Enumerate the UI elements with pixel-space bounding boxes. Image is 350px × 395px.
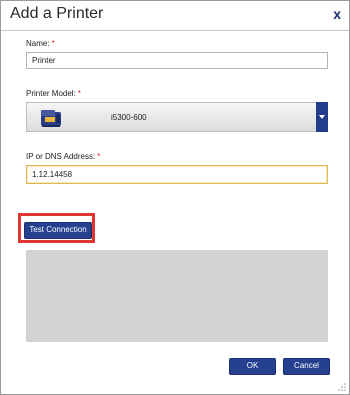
test-connection-button[interactable]: Test Connection [24,222,92,239]
model-dropdown-button[interactable] [316,102,328,132]
name-input[interactable]: Printer [26,52,328,69]
ip-address-input[interactable]: 1.12.14458 [26,165,328,184]
printer-model-value: i5300-600 [111,113,147,122]
dialog-title: Add a Printer [10,5,104,22]
ip-address-label: IP or DNS Address: * [26,152,101,161]
printer-model-label: Printer Model: * [26,89,81,98]
close-icon[interactable]: x [333,6,341,22]
connection-output-area [26,250,328,342]
required-mark: * [51,39,55,48]
printer-model-select[interactable]: i5300-600 [26,102,328,132]
resize-grip-icon[interactable] [338,383,346,391]
chevron-down-icon [319,115,325,119]
required-mark: * [97,152,101,161]
required-mark: * [77,89,81,98]
ok-button[interactable]: OK [229,358,276,375]
title-divider [1,30,349,31]
name-label: Name: * [26,39,55,48]
printer-icon [41,110,61,127]
cancel-button[interactable]: Cancel [283,358,330,375]
add-printer-dialog: Add a Printer x Name: * Printer Printer M… [0,0,350,395]
